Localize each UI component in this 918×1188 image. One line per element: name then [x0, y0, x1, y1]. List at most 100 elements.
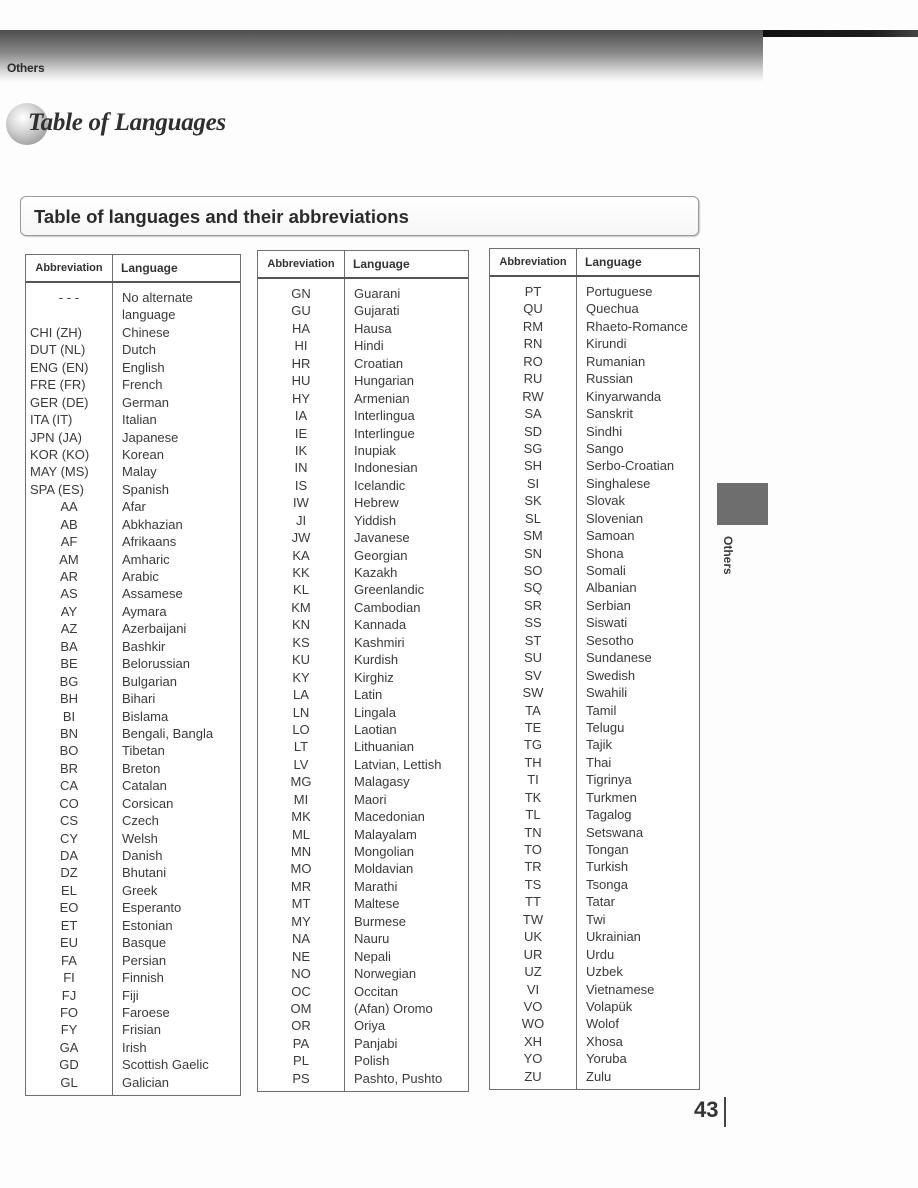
abbreviation-cell: AB — [60, 516, 78, 532]
abbreviation-cell: MO — [290, 861, 312, 877]
abbreviation-cell: ST — [524, 632, 542, 648]
abbreviation-cell: TS — [524, 876, 542, 892]
abbreviation-cell: SK — [524, 493, 542, 509]
language-cell: Afar — [122, 499, 146, 515]
abbreviation-cell: ZU — [524, 1068, 542, 1084]
language-cell: Moldavian — [354, 861, 414, 877]
abbreviation-cell: GER (DE) — [30, 394, 89, 410]
language-cell: Swedish — [586, 667, 636, 683]
abbreviation-cell: HU — [291, 373, 311, 389]
language-cell: Finnish — [122, 970, 164, 986]
abbreviation-cell: TH — [524, 754, 542, 770]
language-cell: Chinese — [122, 324, 170, 340]
language-cell: Tamil — [586, 702, 617, 718]
language-cell: Persian — [122, 952, 167, 968]
language-cell: Setswana — [586, 824, 644, 840]
abbreviation-cell: LN — [292, 704, 310, 720]
language-cell: Dutch — [122, 342, 156, 358]
language-cell: Lithuanian — [354, 739, 414, 755]
language-cell: Twi — [586, 911, 606, 927]
abbreviation-cell: CY — [59, 830, 79, 846]
language-cell: Laotian — [354, 721, 397, 737]
abbreviation-cell: CS — [59, 813, 79, 829]
language-cell: Albanian — [586, 580, 637, 596]
abbreviation-cell: BI — [62, 708, 76, 724]
abbreviation-cell: FI — [63, 970, 75, 986]
language-cell: Maltese — [354, 896, 400, 912]
language-cell: Greenlandic — [354, 582, 425, 598]
language-cell: Assamese — [122, 586, 183, 602]
abbreviation-cell: AY — [60, 603, 78, 619]
table-body: - - - CHI (ZH) DUT (NL) ENG (EN) FRE (FR) GER… — [26, 283, 240, 1096]
language-cell: Tsonga — [586, 876, 628, 892]
abbreviation-cell: EO — [59, 900, 79, 916]
language-cell: Thai — [586, 754, 612, 770]
language-cell: Maori — [354, 791, 387, 807]
language-cell: Esperanto — [122, 900, 182, 916]
language-cell: Inupiak — [354, 442, 396, 458]
abbreviation-cell: IW — [293, 495, 309, 511]
abbreviation-cell: RN — [523, 336, 543, 352]
language-cell: Frisian — [122, 1022, 162, 1038]
abbreviation-cell: MAY (MS) — [30, 464, 89, 480]
abbreviation-cell: HY — [291, 390, 311, 406]
language-cell: English — [122, 359, 165, 375]
abbreviation-cell: MI — [293, 791, 309, 807]
abbreviation-cell: LV — [293, 756, 309, 772]
abbreviation-cell: AF — [60, 534, 78, 550]
abbreviation-cell: KA — [292, 547, 310, 563]
abbreviation-cell: LT — [293, 739, 309, 755]
language-cell: Corsican — [122, 795, 174, 811]
language-cell: Swahili — [586, 685, 628, 701]
abbreviation-cell: TL — [525, 807, 541, 823]
language-cell: Georgian — [354, 547, 408, 563]
subtitle: Table of languages and their abbreviatio… — [34, 206, 409, 227]
language-cell: Kirghiz — [354, 669, 394, 685]
language-cell: Kurdish — [354, 652, 399, 668]
abbreviation-cell: GA — [59, 1039, 79, 1055]
language-cell: Mongolian — [354, 844, 414, 859]
language-cell: Shona — [586, 545, 624, 561]
abbreviation-cell: MG — [290, 774, 312, 790]
abbreviation-cell: TG — [523, 737, 543, 753]
abbreviation-cell: ET — [60, 917, 78, 933]
language-cell: Sanskrit — [586, 406, 633, 422]
abbreviation-cell: SL — [525, 510, 541, 526]
abbreviation-cell: KK — [292, 565, 310, 580]
table-body: GN GU HA HI HR HU HY IA IE IK IN IS IW JI JW KA KK KL KM KN… — [258, 279, 468, 1092]
abbreviation-cell: DUT (NL) — [30, 342, 86, 358]
abbreviation-cell: SA — [524, 406, 542, 422]
side-tab-marker — [717, 483, 768, 525]
abbreviation-cell: UK — [523, 929, 543, 945]
abbreviation-cell: IE — [294, 425, 308, 441]
abbreviation-cell: CA — [59, 778, 79, 794]
header-language: Language — [585, 255, 642, 269]
language-cell: Nepali — [354, 948, 391, 964]
abbreviation-cell: KM — [291, 599, 311, 615]
page-title: Table of Languages — [28, 109, 226, 136]
abbreviation-cell: SR — [523, 597, 543, 613]
language-cell: Irish — [122, 1039, 147, 1055]
abbreviation-cell: FA — [61, 952, 77, 968]
abbreviation-cell: SG — [523, 440, 543, 456]
abbreviation-cell: KOR (KO) — [30, 446, 90, 462]
language-cell: Tibetan — [122, 743, 165, 759]
abbreviation-cell: BO — [59, 743, 79, 759]
page-number: 43 — [694, 1097, 719, 1122]
abbreviation-cell: BN — [59, 725, 79, 741]
abbreviation-cell: KL — [293, 582, 309, 598]
abbreviation-cell: XH — [523, 1033, 543, 1049]
language-cell: Amharic — [122, 551, 170, 567]
language-cell: Galician — [122, 1074, 169, 1090]
abbreviation-cell: BA — [60, 638, 78, 654]
language-cell: French — [122, 377, 163, 393]
abbreviation-cell: HR — [291, 355, 311, 371]
abbreviation-cell: SU — [523, 650, 543, 666]
subtitle-box: Table of languages and their abbreviatio… — [20, 196, 699, 236]
language-cell: No alternate — [122, 290, 193, 305]
abbreviation-cell: IN — [294, 460, 308, 476]
language-cell: Kashmiri — [354, 634, 405, 650]
language-cell: German — [122, 394, 169, 410]
abbreviation-cell: SV — [524, 667, 542, 683]
abbreviation-column: PT QU RM RN RO RU RW SA SD SG SH SI SK SL SM SN SO SQ SR SS… — [490, 277, 577, 1090]
